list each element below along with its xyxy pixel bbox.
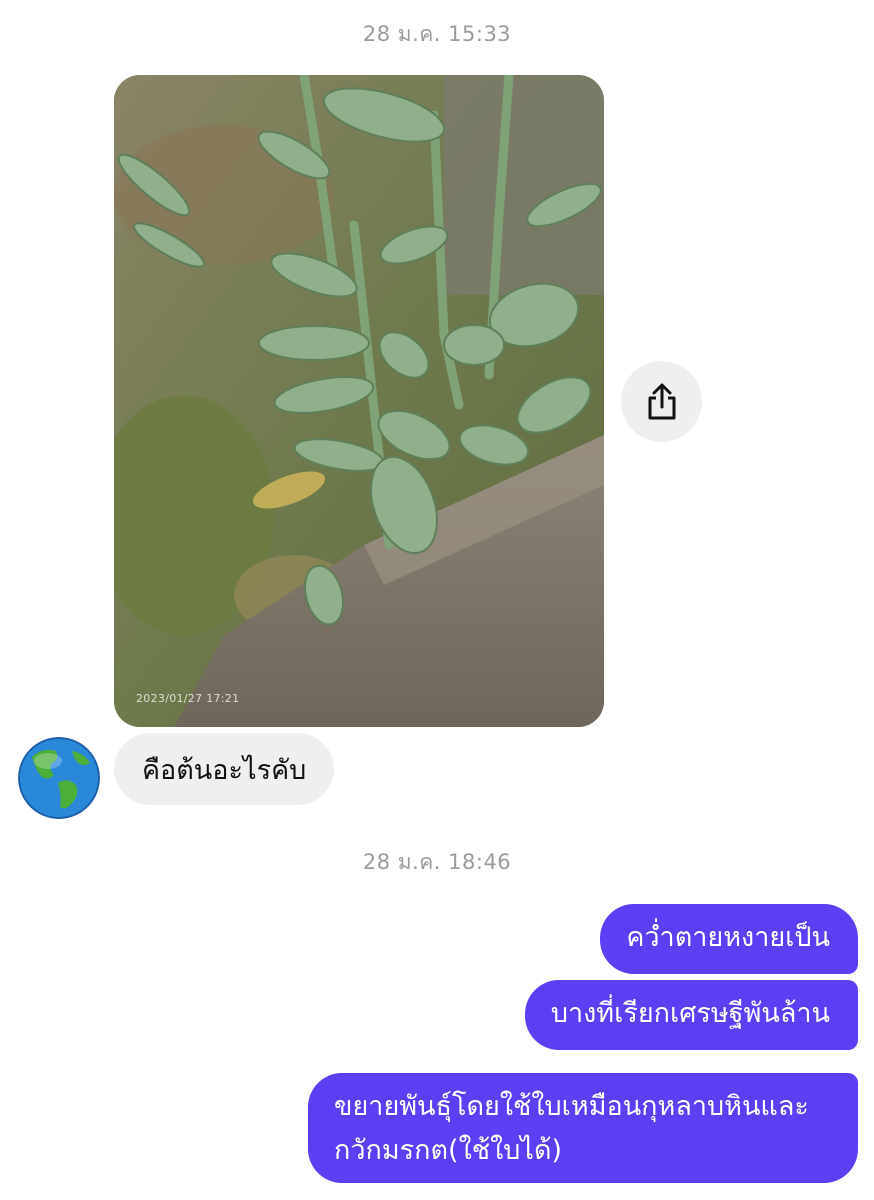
plant-photo-image	[114, 75, 604, 727]
timestamp: 28 ม.ค. 18:46	[362, 850, 512, 874]
photo-date-stamp: 2023/01/27 17:21	[136, 692, 240, 705]
plant-photo-message[interactable]: 2023/01/27 17:21	[114, 75, 604, 727]
outgoing-message-bubble[interactable]: คว่ำตายหงายเป็น	[600, 904, 858, 974]
incoming-message-bubble[interactable]: คือต้นอะไรคับ	[114, 733, 335, 805]
share-icon	[648, 383, 675, 419]
outgoing-message-bubble[interactable]: ขยายพันธุ์โดยใช้ใบเหมือนกุหลาบหินและ กวั…	[308, 1073, 858, 1183]
message-line: ขยายพันธุ์โดยใช้ใบเหมือนกุหลาบหินและ	[334, 1091, 809, 1122]
timestamp: 28 ม.ค. 15:33	[362, 22, 512, 46]
avatar[interactable]	[18, 737, 100, 819]
outgoing-message-bubble[interactable]: บางที่เรียกเศรษฐีพันล้าน	[524, 980, 858, 1050]
message-line: กวักมรกต(ใช้ใบได้)	[334, 1135, 563, 1166]
share-button[interactable]	[621, 361, 702, 442]
globe-icon	[18, 737, 100, 819]
